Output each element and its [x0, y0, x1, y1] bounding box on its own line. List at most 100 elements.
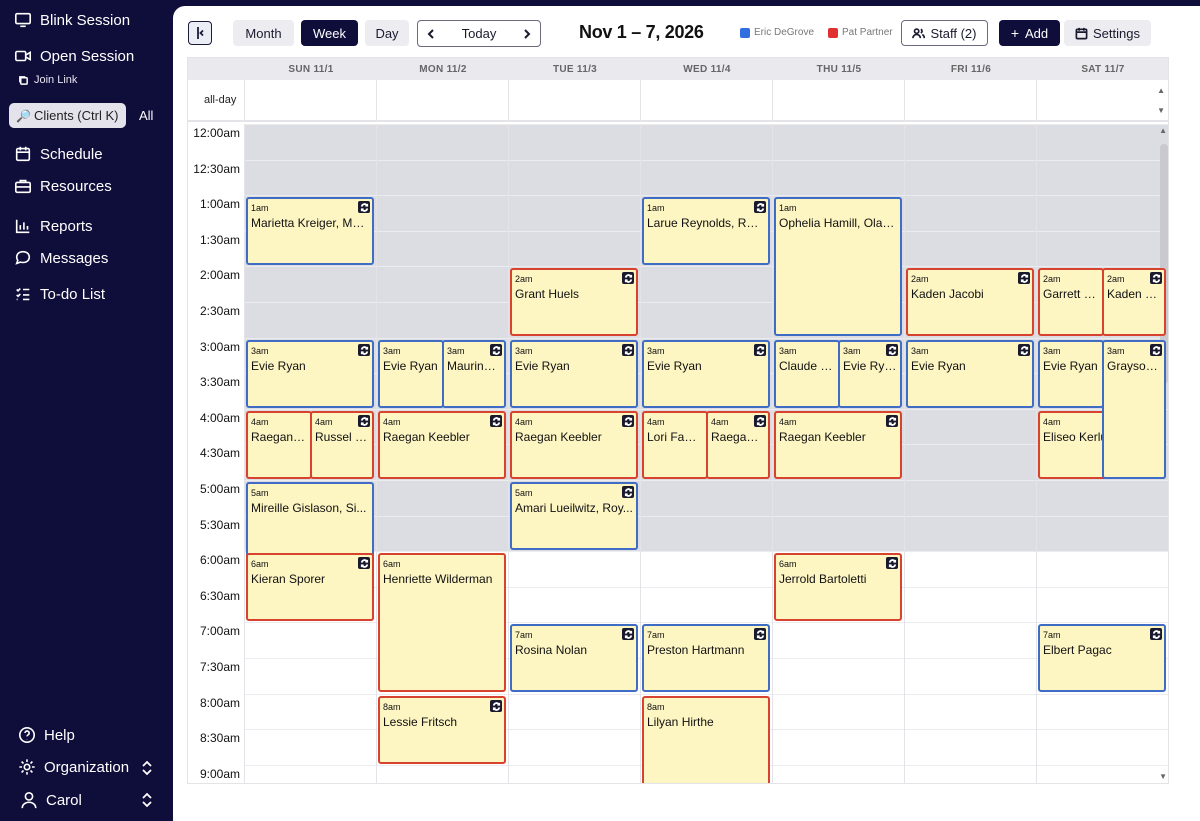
- calendar-event[interactable]: 3am Evie Ryan: [378, 340, 444, 408]
- legend-item-eric: Eric DeGrove: [740, 27, 814, 38]
- sidebar-item-reports[interactable]: Reports: [14, 217, 93, 235]
- sidebar-item-todo[interactable]: To-do List: [14, 285, 105, 303]
- recurring-icon: [490, 415, 502, 427]
- calendar-event[interactable]: 7am Preston Hartmann: [642, 624, 770, 692]
- add-label: Add: [1025, 25, 1049, 41]
- recurring-icon: [1150, 272, 1162, 284]
- sidebar-item-resources[interactable]: Resources: [14, 177, 112, 195]
- recurring-icon: [358, 201, 370, 213]
- calendar-event[interactable]: 3am Evie Ryan: [838, 340, 902, 408]
- sidebar-toggle-button[interactable]: [188, 21, 212, 45]
- event-time: 3am: [779, 346, 797, 356]
- event-client-name: Evie Ryan: [383, 359, 438, 373]
- event-client-name: Evie Ryan: [843, 359, 897, 373]
- open-session-button[interactable]: Open Session: [14, 47, 134, 65]
- blink-session-button[interactable]: Blink Session: [14, 11, 130, 29]
- calendar-event[interactable]: 3am Evie Ryan: [906, 340, 1034, 408]
- sidebar-item-messages[interactable]: Messages: [14, 249, 108, 267]
- calendar-event[interactable]: 3am Evie Ryan: [246, 340, 374, 408]
- clients-search-button[interactable]: 🔎 Clients (Ctrl K): [9, 103, 126, 128]
- event-time: 6am: [779, 559, 797, 569]
- time-label: 5:30am: [199, 518, 240, 532]
- calendar-event[interactable]: 5am Amari Lueilwitz, Roy...: [510, 482, 638, 550]
- view-week-button[interactable]: Week: [301, 20, 358, 46]
- event-time: 3am: [911, 346, 929, 356]
- calendar-event[interactable]: 3am Claude Hay: [774, 340, 840, 408]
- event-time: 8am: [383, 702, 401, 712]
- all-day-row[interactable]: all-day: [188, 80, 1168, 122]
- calendar-event[interactable]: 7am Elbert Pagac: [1038, 624, 1166, 692]
- event-client-name: Grayson ...: [1107, 359, 1161, 373]
- calendar-event[interactable]: 8am Lilyan Hirthe: [642, 696, 770, 783]
- calendar-event[interactable]: 2am Grant Huels: [510, 268, 638, 336]
- calendar-event[interactable]: 2am Kaden Jacobi: [906, 268, 1034, 336]
- view-month-button[interactable]: Month: [233, 20, 294, 46]
- scroll-up-icon[interactable]: ▲: [1159, 126, 1167, 135]
- calendar-event[interactable]: 6am Kieran Sporer: [246, 553, 374, 621]
- calendar-event[interactable]: 4amRussel Hi...: [310, 411, 374, 479]
- all-clients-link[interactable]: All: [139, 108, 153, 123]
- event-time: 4am: [251, 417, 269, 427]
- user-menu[interactable]: Carol: [20, 791, 82, 809]
- event-time: 2am: [515, 274, 533, 284]
- calendar-event[interactable]: 3am Maurine ...: [442, 340, 506, 408]
- help-button[interactable]: Help: [18, 726, 75, 744]
- sidebar-item-schedule[interactable]: Schedule: [14, 145, 103, 163]
- event-time: 3am: [515, 346, 533, 356]
- time-label: 9:00am: [199, 767, 240, 781]
- today-button[interactable]: Today: [462, 26, 497, 41]
- staff-button[interactable]: Staff (2): [901, 20, 988, 46]
- calendar-event[interactable]: 4amRaegan K...: [706, 411, 770, 479]
- calendar-event[interactable]: 4am Raegan Kee: [246, 411, 312, 479]
- chevron-up-down-icon[interactable]: [141, 760, 153, 776]
- event-client-name: Ophelia Hamill, Olaf ...: [779, 216, 897, 230]
- time-label: 1:30am: [199, 233, 240, 247]
- time-grid[interactable]: 12:00am 12:30am 1:00am 1:30am 2:00am 2:30am 3:…: [188, 124, 1168, 783]
- calendar-event[interactable]: 2am Garrett Mo: [1038, 268, 1104, 336]
- calendar-event[interactable]: 3am Evie Ryan: [1038, 340, 1104, 408]
- calendar-event[interactable]: 4am Lori Fahey: [642, 411, 708, 479]
- chevron-up-down-icon[interactable]: [141, 792, 153, 808]
- join-link[interactable]: Join Link: [18, 74, 77, 86]
- event-client-name: Maurine ...: [447, 359, 501, 373]
- scroll-down-icon[interactable]: ▼: [1159, 772, 1167, 781]
- event-client-name: Marietta Kreiger, Ma...: [251, 216, 369, 230]
- event-client-name: Kaden Jacobi: [911, 287, 984, 301]
- event-client-name: Grant Huels: [515, 287, 580, 301]
- calendar-event[interactable]: 4am Raegan Keebler: [510, 411, 638, 479]
- recurring-icon: [886, 415, 898, 427]
- chevron-right-icon[interactable]: [521, 28, 533, 40]
- event-time: 1am: [251, 203, 269, 213]
- event-client-name: Lori Fahey: [647, 430, 703, 444]
- calendar-event[interactable]: 1am Marietta Kreiger, Ma...: [246, 197, 374, 265]
- date-navigation: Today: [417, 20, 541, 47]
- calendar-event[interactable]: 7am Rosina Nolan: [510, 624, 638, 692]
- time-slot-line: [245, 480, 1168, 481]
- calendar-event[interactable]: 4am Raegan Keebler: [378, 411, 506, 479]
- calendar-event[interactable]: 6am Henriette Wilderman: [378, 553, 506, 692]
- event-time: 5am: [251, 488, 269, 498]
- calendar-event[interactable]: 4am Raegan Keebler: [774, 411, 902, 479]
- event-client-name: Preston Hartmann: [647, 643, 745, 657]
- calendar-event[interactable]: 1am Ophelia Hamill, Olaf ...: [774, 197, 902, 336]
- scroll-down-icon[interactable]: ▼: [1157, 106, 1165, 115]
- calendar-event[interactable]: 3am Evie Ryan: [510, 340, 638, 408]
- users-icon: [912, 27, 926, 38]
- time-slot-line: [245, 266, 1168, 267]
- open-session-label: Open Session: [40, 47, 135, 65]
- event-client-name: Kaden Ja...: [1107, 287, 1161, 301]
- settings-button[interactable]: Settings: [1064, 20, 1151, 46]
- add-button[interactable]: + Add: [999, 20, 1060, 46]
- scroll-up-icon[interactable]: ▲: [1157, 86, 1165, 95]
- view-day-button[interactable]: Day: [365, 20, 409, 46]
- calendar-event[interactable]: 1am Larue Reynolds, Rom...: [642, 197, 770, 265]
- calendar-event[interactable]: 8am Lessie Fritsch: [378, 696, 506, 764]
- time-slot-line: [245, 551, 1168, 552]
- calendar-event[interactable]: 2amKaden Ja...: [1102, 268, 1166, 336]
- calendar-event[interactable]: 3am Evie Ryan: [642, 340, 770, 408]
- calendar-event[interactable]: 3am Grayson ...: [1102, 340, 1166, 479]
- chevron-left-icon[interactable]: [425, 28, 437, 40]
- day-header: FRI 11/6: [950, 64, 992, 75]
- organization-menu[interactable]: Organization: [18, 758, 129, 776]
- calendar-event[interactable]: 6am Jerrold Bartoletti: [774, 553, 902, 621]
